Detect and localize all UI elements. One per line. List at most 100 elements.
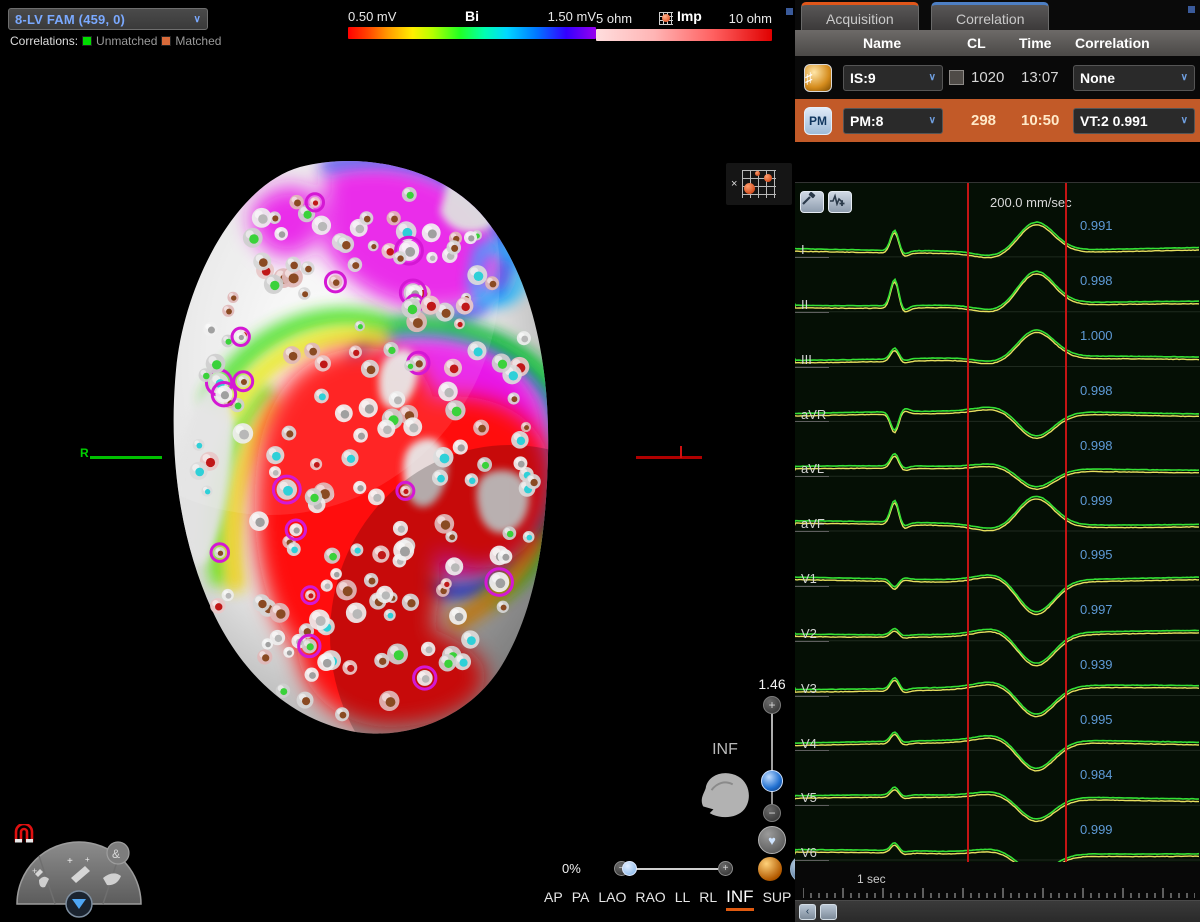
lead-label-avr: aVR	[801, 406, 827, 422]
axis-right-letter: R	[80, 446, 89, 460]
stop-button[interactable]	[820, 904, 837, 920]
axis-marker-left	[636, 446, 702, 459]
previous-button[interactable]: ‹	[799, 904, 816, 920]
svg-text:+: +	[32, 866, 37, 876]
view-ll[interactable]: LL	[675, 889, 691, 905]
lead-correlation-v3: 0.939	[1080, 657, 1113, 673]
tool-wheel[interactable]: + + + &	[5, 820, 155, 920]
column-correlation: Correlation	[1075, 35, 1150, 51]
table-row[interactable]: PM PM:8 ∨ 298 10:50 VT:2 0.991 ∨	[795, 99, 1200, 142]
view-ap[interactable]: AP	[544, 889, 563, 905]
pacemap-icon[interactable]: PM	[804, 106, 832, 135]
impedance-min-label: 5 ohm	[596, 10, 633, 26]
row-name-value: PM:8	[850, 112, 884, 129]
time-ruler: 1 sec	[795, 862, 1200, 904]
row-time-value: 13:07	[1021, 69, 1059, 86]
heart-thumbnail-icon	[699, 773, 749, 818]
view-sup[interactable]: SUP	[763, 889, 792, 905]
matched-swatch	[161, 36, 172, 46]
chevron-down-icon: ∨	[193, 13, 201, 25]
lead-baseline-rule	[795, 805, 829, 807]
row-name-dropdown[interactable]: PM:8 ∨	[843, 107, 943, 134]
column-time: Time	[1019, 35, 1052, 51]
opacity-increase-button[interactable]: +	[718, 861, 733, 876]
opacity-slider-thumb[interactable]	[622, 861, 637, 876]
row-name-dropdown[interactable]: IS:9 ∨	[843, 64, 943, 91]
magnet-icon[interactable]	[13, 824, 35, 844]
row-time-value: 10:50	[1021, 112, 1060, 129]
lead-correlation-ii: 0.998	[1080, 273, 1113, 289]
bipolar-color-bar	[348, 27, 596, 39]
reset-view-button[interactable]: ♥	[758, 826, 786, 854]
zoom-slider-thumb[interactable]	[761, 770, 783, 792]
view-lao[interactable]: LAO	[598, 889, 626, 905]
lead-label-avl: aVL	[801, 461, 825, 477]
map-viewport[interactable]: 8-LV FAM (459, 0) ∨ Correlations: Unmatc…	[0, 0, 795, 922]
map-target-icon[interactable]: ♯	[804, 63, 832, 92]
zoom-track[interactable]	[771, 702, 773, 812]
impedance-icon	[658, 11, 673, 25]
row-correlation-dropdown[interactable]: None ∨	[1073, 64, 1195, 91]
unmatched-swatch	[82, 36, 93, 46]
impedance-scale: 5 ohm Imp 10 ohm	[596, 8, 772, 41]
chevron-down-icon: ∨	[1180, 115, 1188, 126]
chevron-down-icon: ∨	[928, 72, 936, 83]
panel-marker-square-right	[1188, 6, 1195, 13]
matched-label: Matched	[175, 34, 222, 48]
lead-baseline-rule	[795, 695, 829, 697]
caliper-line-right[interactable]	[1065, 183, 1067, 875]
panel-tabs[interactable]: Acquisition Correlation	[795, 0, 1200, 30]
view-preset-buttons[interactable]: AP PA LAO RAO LL RL INF SUP	[544, 887, 791, 911]
impedance-max-label: 10 ohm	[728, 10, 772, 26]
axis-marker-right: R	[80, 446, 162, 460]
view-rl[interactable]: RL	[699, 889, 717, 905]
row-checkbox[interactable]	[949, 70, 964, 85]
view-orientation-bar[interactable]: 0% − + AP PA LAO RAO LL RL INF SUP	[540, 855, 795, 917]
rotation-percent: 0%	[562, 861, 581, 876]
navigation-bar[interactable]: ‹	[795, 900, 1200, 922]
impedance-scale-text: Imp	[676, 8, 702, 24]
lead-label-v4: V4	[801, 735, 817, 751]
svg-text:+: +	[85, 855, 90, 864]
svg-text:&: &	[112, 847, 120, 861]
surface-render-button[interactable]	[758, 857, 782, 881]
lead-correlation-avf: 0.999	[1080, 492, 1113, 508]
lead-label-iii: III	[801, 351, 812, 367]
lead-label-avf: aVF	[801, 516, 825, 532]
lead-baseline-rule	[795, 421, 829, 423]
view-inf[interactable]: INF	[726, 887, 754, 911]
impedance-scale-title: Imp	[658, 8, 702, 25]
zoom-out-button[interactable]: −	[763, 804, 781, 822]
opacity-slider[interactable]: − +	[614, 861, 733, 876]
tab-correlation[interactable]: Correlation	[931, 2, 1050, 30]
table-row[interactable]: ♯ IS:9 ∨ 1020 13:07 None ∨	[795, 56, 1200, 99]
lead-baseline-rule	[795, 860, 829, 862]
lead-label-v1: V1	[801, 571, 817, 587]
right-panel: Acquisition Correlation Name CL Time Cor…	[795, 0, 1200, 922]
lead-label-v5: V5	[801, 790, 817, 806]
ecg-waveform-panel[interactable]: 200.0 mm/sec I II III aVR aVL aVF V1 V2 V3 V4 V5 V6…	[795, 182, 1200, 892]
panel-spacer	[795, 142, 1200, 182]
tab-acquisition[interactable]: Acquisition	[801, 2, 919, 30]
row-name-value: IS:9	[850, 69, 876, 86]
view-pa[interactable]: PA	[572, 889, 590, 905]
caliper-line-left[interactable]	[967, 183, 969, 875]
map-selector-dropdown[interactable]: 8-LV FAM (459, 0) ∨	[8, 8, 208, 30]
opacity-slider-track[interactable]	[630, 867, 718, 870]
close-icon[interactable]: ×	[731, 178, 737, 190]
orientation-thumbnail[interactable]: INF	[690, 741, 760, 825]
lead-baseline-rule	[795, 585, 829, 587]
lead-baseline-rule	[795, 311, 829, 313]
time-scale-label: 1 sec	[857, 872, 886, 886]
row-correlation-dropdown[interactable]: VT:2 0.991 ∨	[1073, 107, 1195, 134]
heart-mesh-3d[interactable]	[150, 155, 630, 755]
correlations-legend-title: Correlations:	[10, 34, 79, 48]
point-display-legend[interactable]: ×	[726, 163, 792, 205]
correlations-legend: Correlations: Unmatched Matched	[10, 34, 221, 48]
view-rao[interactable]: RAO	[635, 889, 665, 905]
lead-baseline-rule	[795, 640, 829, 642]
lead-correlation-v4: 0.995	[1080, 711, 1113, 727]
lead-label-i: I	[801, 242, 805, 258]
zoom-in-button[interactable]: +	[763, 696, 781, 714]
bipolar-max-label: 1.50 mV	[547, 9, 596, 24]
